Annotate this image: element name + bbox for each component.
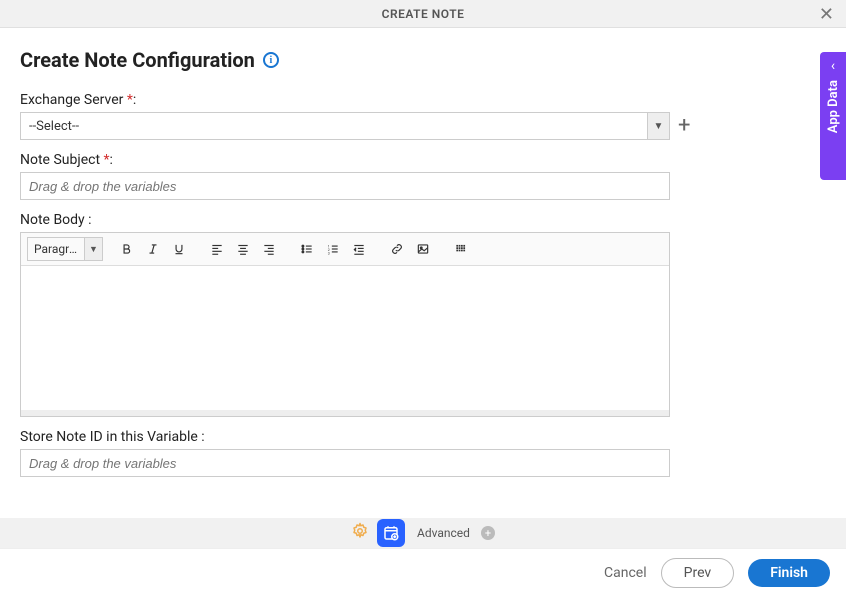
italic-icon[interactable] (141, 237, 165, 261)
align-center-icon[interactable] (231, 237, 255, 261)
note-body-label: Note Body : (20, 212, 826, 228)
advanced-label[interactable]: Advanced (417, 526, 470, 540)
dialog-header: CREATE NOTE ✕ (0, 0, 846, 28)
info-icon[interactable]: i (263, 52, 279, 68)
action-bar: Cancel Prev Finish (0, 548, 846, 596)
paragraph-format-select[interactable]: Paragra… ▼ (27, 237, 103, 261)
underline-icon[interactable] (167, 237, 191, 261)
note-body-editor: Paragra… ▼ 123 (20, 232, 670, 417)
chevron-left-icon: ‹ (831, 58, 835, 74)
add-server-button[interactable]: + (678, 115, 690, 137)
exchange-server-value: --Select-- (21, 119, 647, 134)
align-left-icon[interactable] (205, 237, 229, 261)
exchange-server-label-text: Exchange Server (20, 92, 123, 108)
chevron-down-icon: ▼ (647, 113, 669, 139)
paragraph-format-value: Paragra… (28, 242, 84, 256)
note-subject-label-text: Note Subject (20, 152, 100, 168)
calendar-add-icon[interactable] (377, 519, 405, 547)
note-subject-input[interactable] (20, 172, 670, 200)
page-title: Create Note Configuration (20, 48, 255, 72)
cancel-button[interactable]: Cancel (604, 565, 647, 581)
page-title-row: Create Note Configuration i (20, 48, 826, 72)
svg-text:3: 3 (328, 251, 330, 255)
label-colon: : (110, 152, 113, 168)
plus-circle-icon[interactable]: + (481, 526, 495, 540)
exchange-server-label: Exchange Server *: (20, 92, 826, 108)
dialog-title: CREATE NOTE (382, 7, 465, 21)
image-icon[interactable] (411, 237, 435, 261)
gear-icon[interactable] (351, 522, 369, 544)
label-colon: : (133, 92, 136, 108)
bold-icon[interactable] (115, 237, 139, 261)
store-note-id-label: Store Note ID in this Variable : (20, 429, 826, 445)
chevron-down-icon: ▼ (84, 238, 102, 260)
app-data-panel-toggle[interactable]: ‹ App Data (820, 52, 846, 180)
prev-button[interactable]: Prev (661, 558, 735, 588)
close-icon[interactable]: ✕ (819, 4, 834, 25)
outdent-icon[interactable] (347, 237, 371, 261)
note-subject-label: Note Subject *: (20, 152, 826, 168)
bullet-list-icon[interactable] (295, 237, 319, 261)
exchange-server-row: --Select-- ▼ + (20, 112, 826, 140)
content-area: Create Note Configuration i Exchange Ser… (0, 28, 846, 477)
footer-toolbar: Advanced + (0, 518, 846, 548)
store-note-id-input[interactable] (20, 449, 670, 477)
finish-button[interactable]: Finish (748, 559, 830, 587)
table-icon[interactable] (449, 237, 473, 261)
editor-toolbar: Paragra… ▼ 123 (21, 233, 669, 266)
note-body-textarea[interactable] (21, 266, 669, 416)
align-right-icon[interactable] (257, 237, 281, 261)
link-icon[interactable] (385, 237, 409, 261)
numbered-list-icon[interactable]: 123 (321, 237, 345, 261)
app-data-label: App Data (826, 80, 841, 133)
exchange-server-select[interactable]: --Select-- ▼ (20, 112, 670, 140)
